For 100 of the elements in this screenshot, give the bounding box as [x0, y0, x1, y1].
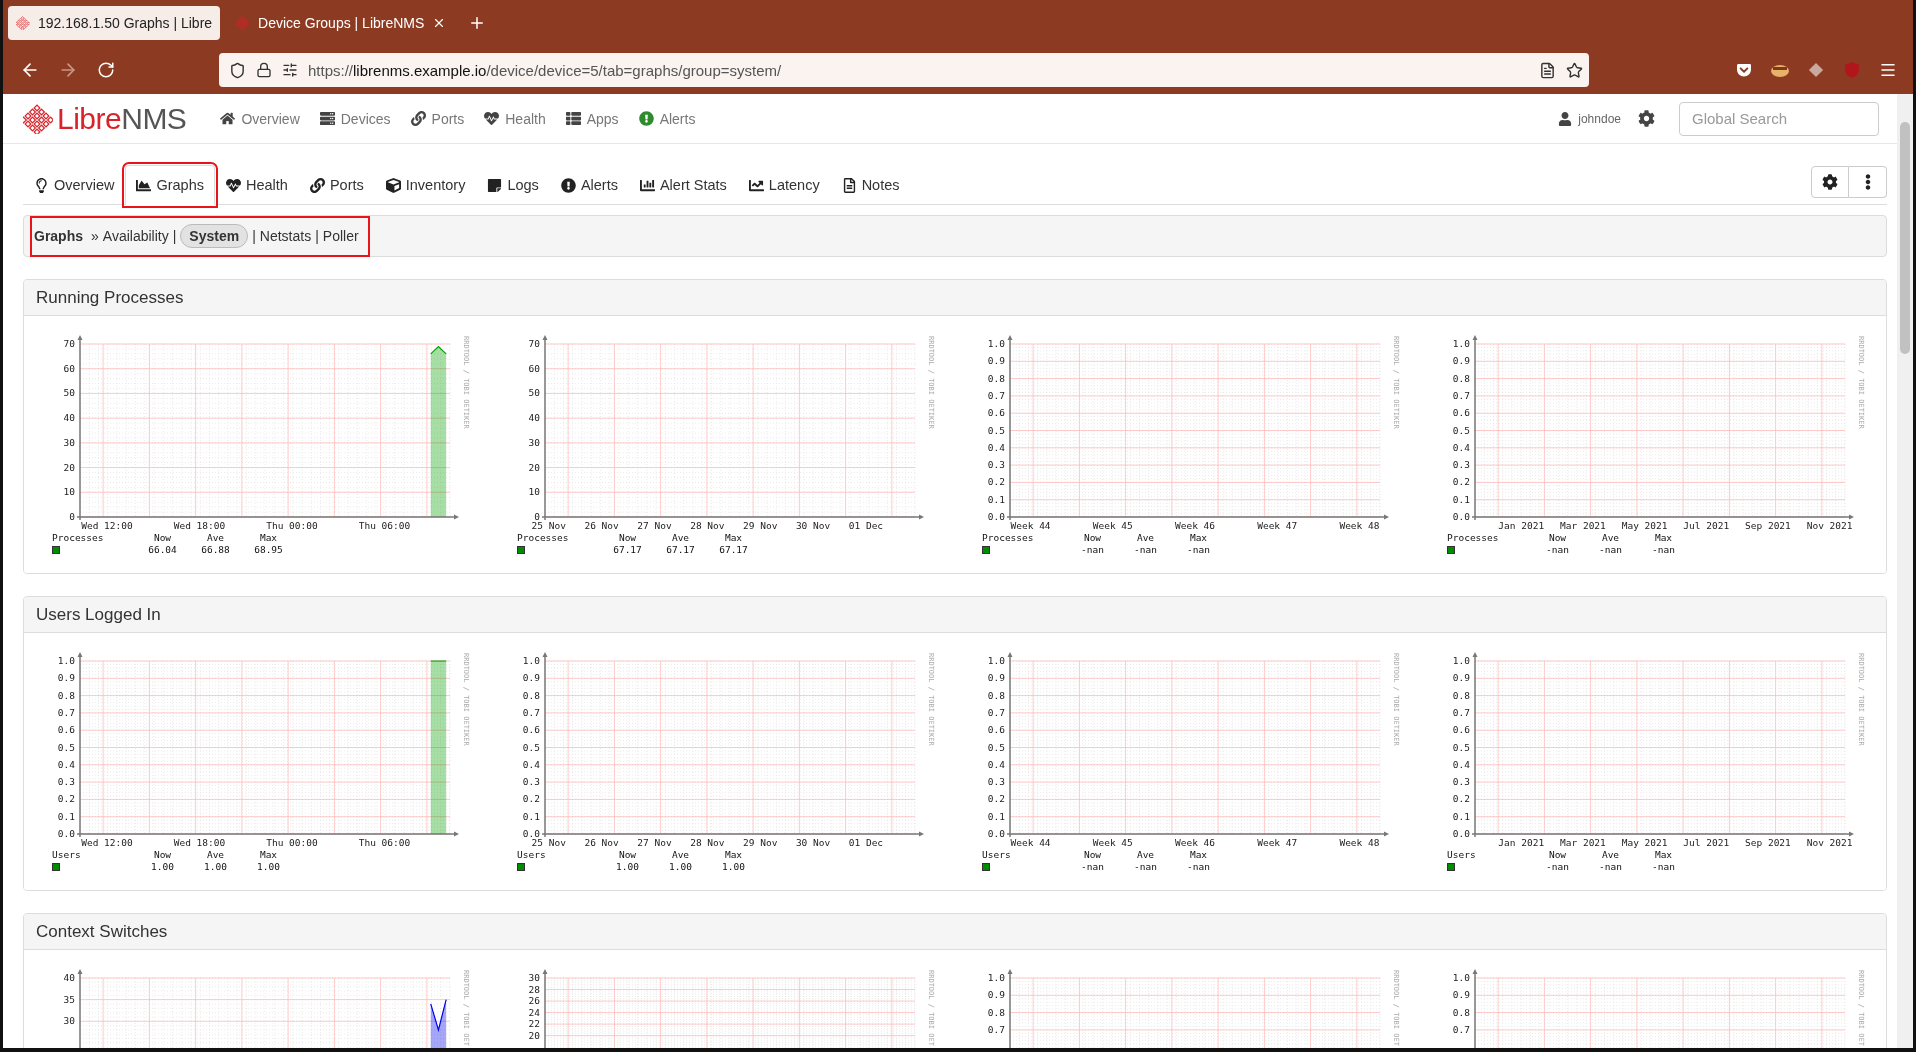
axis-label: 0.3 [1452, 459, 1470, 471]
legend-heading: Ave [1600, 849, 1621, 861]
legend-heading: Ave [670, 849, 691, 861]
legend-value: -nan [1080, 544, 1105, 556]
legend-heading: Max [723, 532, 744, 544]
cube-icon [385, 177, 401, 193]
legend-heading: Now [1082, 849, 1103, 861]
legend-heading: Now [617, 532, 638, 544]
more-button[interactable] [1849, 166, 1887, 198]
device-tab[interactable]: Alert Stats [628, 165, 738, 205]
axis-label: 30 [63, 1015, 75, 1027]
nav-link[interactable]: Health [474, 110, 556, 127]
breadcrumb-link[interactable]: Availability [102, 228, 169, 244]
axis-label: Week 47 [1257, 837, 1298, 848]
axis-label: Sep 2021 [1745, 837, 1791, 848]
legend-label: Processes [517, 532, 570, 544]
device-tab[interactable]: Health [215, 165, 299, 205]
legend-heading: Ave [1600, 532, 1621, 544]
nav-link[interactable]: Apps [555, 110, 629, 127]
axis-label: 0.2 [1452, 476, 1470, 488]
axis-label: 10 [528, 486, 540, 498]
device-tab[interactable]: Logs [476, 165, 550, 205]
axis-label: 0.1 [987, 810, 1005, 822]
breadcrumb-link[interactable]: Netstats [259, 228, 312, 244]
line-chart-icon [748, 177, 764, 193]
axis-label: 0.9 [987, 355, 1005, 367]
legend-heading: Now [1547, 849, 1568, 861]
nav-link[interactable]: Ports [400, 110, 475, 127]
sliders-icon [282, 62, 298, 78]
axis-label: Wed 18:00 [173, 520, 226, 531]
axis-label: 30 [528, 972, 540, 983]
device-tab[interactable]: Ports [298, 165, 375, 205]
legend-heading: Max [723, 849, 744, 861]
user-menu[interactable]: johndoe [1548, 111, 1631, 126]
device-tab[interactable]: Latency [737, 165, 831, 205]
legend-label: Processes [52, 532, 105, 544]
axis-label: 0.1 [987, 493, 1005, 505]
axis-label: Week 45 [1092, 520, 1133, 531]
user-icon [1558, 111, 1573, 126]
breadcrumb-link[interactable]: Poller [322, 228, 359, 244]
axis-label: 28 [528, 983, 540, 995]
breadcrumb-separator: | [252, 228, 256, 244]
axis-label: 0.5 [987, 424, 1005, 436]
browser-tab[interactable]: Device Groups | LibreNMS [228, 6, 455, 40]
axis-label: 0.5 [987, 741, 1005, 753]
axis-label: 1.0 [1452, 972, 1470, 983]
legend-value: 1.00 [615, 861, 640, 873]
breadcrumb-separator: | [315, 228, 319, 244]
axis-label: 0.0 [987, 828, 1005, 839]
device-tab[interactable]: Alerts [549, 165, 629, 205]
device-tab[interactable]: Graphs [125, 165, 215, 205]
axis-label: 0.7 [1452, 1023, 1470, 1035]
axis-label: 0.8 [1452, 372, 1470, 384]
legend-heading: Ave [205, 532, 226, 544]
axis-label: 40 [63, 412, 75, 424]
star-icon[interactable] [1566, 61, 1583, 79]
axis-label: May 2021 [1621, 837, 1668, 848]
device-tab[interactable]: Inventory [374, 165, 477, 205]
axis-label: 50 [528, 387, 540, 399]
axis-label: 1.0 [1452, 655, 1470, 666]
axis-label: 0.0 [1452, 828, 1470, 839]
nav-link[interactable]: Alerts [628, 110, 706, 127]
axis-label: 24 [528, 1006, 540, 1018]
axis-label: 28 Nov [690, 837, 725, 848]
logo[interactable]: LibreNMS [23, 101, 187, 136]
axis-label: 0.2 [987, 476, 1005, 488]
axis-label: 1.0 [522, 655, 540, 666]
axis-label: 0.7 [57, 706, 75, 718]
axis-label: 0.3 [987, 459, 1005, 471]
search-field[interactable]: Global Search [1679, 101, 1879, 136]
legend-value: -nan [1545, 861, 1570, 873]
axis-label: 0.9 [1452, 355, 1470, 367]
nav-link[interactable]: Overview [210, 110, 310, 127]
legend-heading: Max [258, 849, 279, 861]
axis-label: 27 Nov [637, 837, 672, 848]
axis-label: 0.6 [57, 724, 75, 736]
axis-label: 0.1 [1452, 493, 1470, 505]
nav-link[interactable]: Devices [309, 110, 401, 127]
axis-label: Jul 2021 [1683, 520, 1730, 531]
breadcrumb-link[interactable]: System [180, 224, 249, 248]
settings-button[interactable] [1811, 166, 1849, 198]
device-tab[interactable]: Overview [23, 165, 126, 205]
axis-label: Thu 00:00 [266, 837, 318, 848]
legend-label: Processes [982, 532, 1035, 544]
legend-heading: Now [152, 532, 173, 544]
legend-value: 67.17 [718, 544, 749, 556]
legend-value: 67.17 [665, 544, 696, 556]
device-tab[interactable]: Notes [830, 165, 911, 205]
legend-value: -nan [1133, 544, 1158, 556]
axis-label: 0.2 [522, 793, 540, 805]
breadcrumb-title: Graphs [34, 228, 83, 244]
browser-tab[interactable]: 192.168.1.50 Graphs | Libre [8, 6, 221, 40]
reader-icon[interactable] [1539, 61, 1556, 79]
axis-label: 70 [63, 338, 75, 349]
heartbeat-icon [226, 177, 241, 193]
axis-label: 0.2 [57, 793, 75, 805]
address-bar[interactable]: https://librenms.example.io/device/device=5/tab=graphs/group=system/ [219, 53, 1589, 87]
legend-heading: Now [152, 849, 173, 861]
scrollbar[interactable] [1897, 94, 1913, 1048]
axis-label: 0.9 [1452, 989, 1470, 1001]
